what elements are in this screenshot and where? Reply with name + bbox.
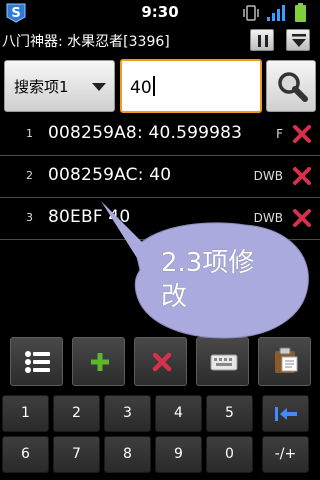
key-8[interactable]: 8 bbox=[104, 436, 151, 473]
callout-text: 2.3项修 改 bbox=[161, 246, 301, 314]
key-3[interactable]: 3 bbox=[104, 395, 151, 432]
pause-icon bbox=[258, 35, 268, 47]
result-address-value: 008259AC: 40 bbox=[48, 165, 172, 185]
text-cursor bbox=[152, 76, 155, 96]
backspace-key[interactable] bbox=[262, 395, 309, 432]
key-1[interactable]: 1 bbox=[2, 395, 49, 432]
key-7[interactable]: 7 bbox=[53, 436, 100, 473]
search-row: 搜索项1 40 bbox=[0, 58, 320, 114]
delete-icon[interactable] bbox=[293, 167, 311, 185]
dropdown-arrow-icon bbox=[92, 83, 106, 91]
result-index: 1 bbox=[26, 127, 33, 140]
search-type-dropdown[interactable]: 搜索项1 bbox=[4, 60, 115, 112]
search-value: 40 bbox=[130, 78, 152, 98]
list-icon bbox=[25, 351, 50, 373]
title-bar: 八门神器: 水果忍者[3396] bbox=[0, 27, 320, 53]
search-type-label: 搜索项1 bbox=[14, 78, 69, 96]
battery-icon bbox=[295, 3, 306, 22]
keyboard-icon bbox=[210, 354, 238, 371]
result-row[interactable]: 1 008259A8: 40.599983 F bbox=[0, 114, 320, 156]
key-0[interactable]: 0 bbox=[206, 436, 253, 473]
result-index: 3 bbox=[26, 211, 33, 224]
menu-down-button[interactable] bbox=[286, 29, 310, 51]
key-4[interactable]: 4 bbox=[155, 395, 202, 432]
callout-line-1: 2.3项修 bbox=[161, 248, 255, 278]
search-button[interactable] bbox=[266, 60, 316, 112]
menu-down-icon bbox=[292, 34, 306, 47]
result-type: DWB bbox=[253, 169, 283, 183]
app-title: 八门神器: 水果忍者[3396] bbox=[2, 34, 170, 50]
key-2[interactable]: 2 bbox=[53, 395, 100, 432]
key-5[interactable]: 5 bbox=[206, 395, 253, 432]
magnifier-icon bbox=[278, 72, 308, 102]
add-icon bbox=[91, 353, 109, 371]
delete-icon bbox=[152, 352, 172, 372]
result-type: F bbox=[276, 127, 283, 141]
vibrate-icon bbox=[243, 5, 259, 21]
result-address-value: 008259A8: 40.599983 bbox=[48, 123, 243, 143]
status-bar: S 9:30 bbox=[0, 0, 320, 25]
key-9[interactable]: 9 bbox=[155, 436, 202, 473]
backspace-icon bbox=[275, 407, 297, 421]
delete-icon[interactable] bbox=[293, 125, 311, 143]
list-button[interactable] bbox=[10, 337, 63, 386]
key-sign[interactable]: -/+ bbox=[262, 436, 309, 473]
numeric-keypad: 1 2 3 4 5 6 7 8 9 0 -/+ bbox=[0, 392, 320, 480]
search-input[interactable]: 40 bbox=[120, 59, 262, 113]
signal-icon bbox=[267, 5, 285, 21]
clipboard-icon bbox=[275, 347, 298, 373]
key-6[interactable]: 6 bbox=[2, 436, 49, 473]
pause-button[interactable] bbox=[250, 29, 274, 51]
result-row[interactable]: 2 008259AC: 40 DWB bbox=[0, 156, 320, 198]
callout-line-2: 改 bbox=[161, 282, 188, 312]
result-index: 2 bbox=[26, 169, 33, 182]
